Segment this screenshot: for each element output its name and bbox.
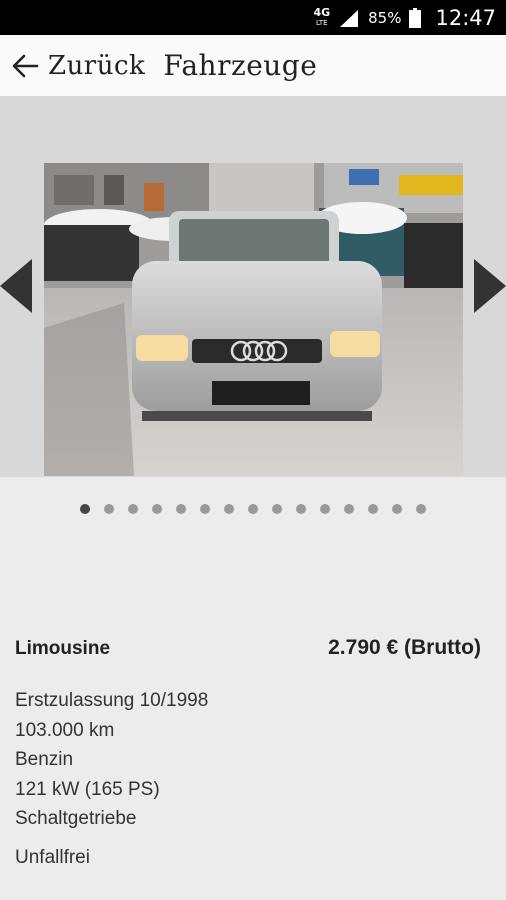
spec-power: 121 kW (165 PS) xyxy=(15,778,160,800)
vehicle-photo[interactable] xyxy=(44,163,463,476)
spec-list: Erstzulassung 10/1998 103.000 km Benzin … xyxy=(15,686,475,834)
gallery-pagination xyxy=(0,502,506,516)
pagination-dot[interactable] xyxy=(80,504,90,514)
body-type: Limousine xyxy=(15,638,111,659)
pagination-dot[interactable] xyxy=(128,504,138,514)
status-bar: 4G LTE 85% 12:47 xyxy=(0,0,506,35)
accident-free-note: Unfallfrei xyxy=(15,846,90,868)
car-photo-illustration xyxy=(44,163,463,476)
summary-row: Limousine 2.790 € (Brutto) xyxy=(15,636,481,660)
battery-percent: 85% xyxy=(368,8,402,27)
pagination-dot[interactable] xyxy=(248,504,258,514)
chevron-right-icon[interactable] xyxy=(474,259,506,313)
chevron-left-icon[interactable] xyxy=(0,259,32,313)
spec-mileage: 103.000 km xyxy=(15,719,115,741)
network-type: 4G xyxy=(313,5,331,19)
image-gallery xyxy=(0,97,506,477)
pagination-dot[interactable] xyxy=(368,504,378,514)
spec-transmission: Schaltgetriebe xyxy=(15,808,137,829)
pagination-dot[interactable] xyxy=(392,504,402,514)
battery-icon xyxy=(409,7,422,28)
back-label: Zurück xyxy=(48,50,146,81)
back-button[interactable]: Zurück xyxy=(0,35,145,97)
pagination-dot[interactable] xyxy=(272,504,282,514)
spec-fuel: Benzin xyxy=(15,749,74,770)
pagination-dot[interactable] xyxy=(176,504,186,514)
pagination-dot[interactable] xyxy=(296,504,306,514)
pagination-dot[interactable] xyxy=(416,504,426,514)
pagination-dot[interactable] xyxy=(320,504,330,514)
signal-icon xyxy=(340,9,359,27)
pagination-dot[interactable] xyxy=(104,504,114,514)
pagination-dot[interactable] xyxy=(344,504,354,514)
clock: 12:47 xyxy=(435,5,496,30)
page-title: Fahrzeuge xyxy=(163,49,318,82)
spec-first-registration: Erstzulassung 10/1998 xyxy=(15,690,209,711)
arrow-left-icon xyxy=(12,54,39,77)
vehicle-details: Limousine 2.790 € (Brutto) Erstzulassung… xyxy=(15,636,481,869)
pagination-dot[interactable] xyxy=(152,504,162,514)
network-subtype: LTE xyxy=(315,18,328,27)
app-bar: Zurück Fahrzeuge xyxy=(0,35,506,97)
pagination-dot[interactable] xyxy=(224,504,234,514)
pagination-dot[interactable] xyxy=(200,504,210,514)
network-indicator: 4G LTE xyxy=(313,5,331,28)
price: 2.790 € (Brutto) xyxy=(328,636,481,659)
